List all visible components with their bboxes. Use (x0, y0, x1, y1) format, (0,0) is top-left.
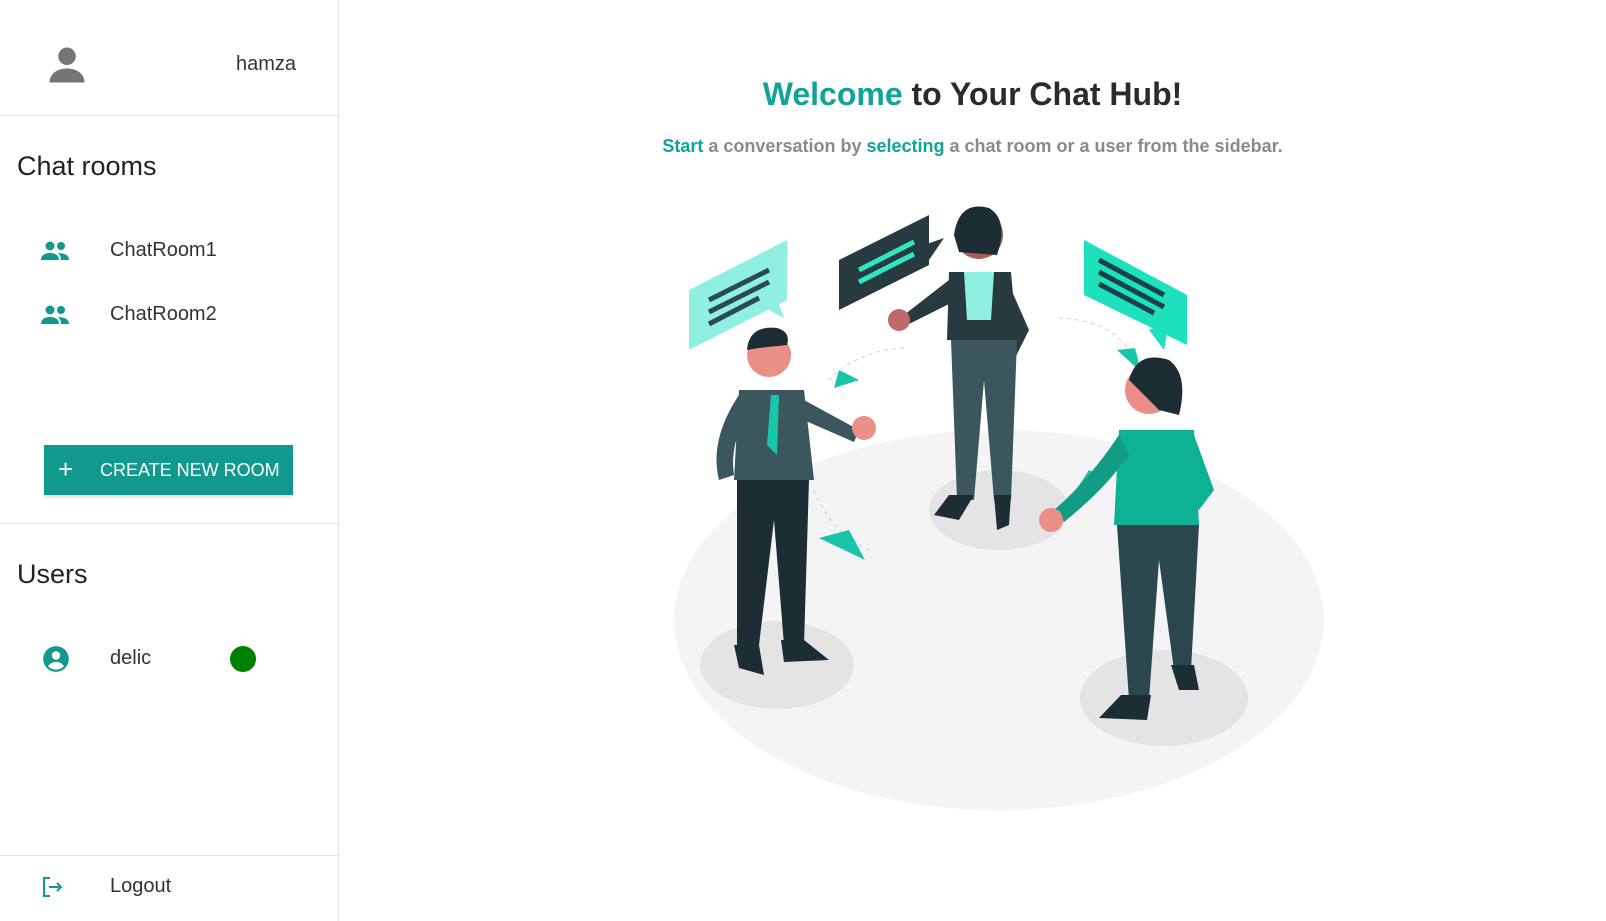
room-label: ChatRoom2 (110, 303, 217, 325)
account-circle-icon (43, 646, 69, 672)
online-status-indicator (230, 646, 256, 672)
welcome-title: Welcome to Your Chat Hub! (339, 76, 1606, 113)
profile-header: hamza (0, 0, 338, 116)
welcome-rest: to Your Chat Hub! (902, 76, 1183, 112)
username: hamza (236, 53, 297, 75)
user-name: delic (110, 647, 152, 669)
logout-icon (43, 877, 63, 897)
room-item-chatroom2[interactable]: ChatRoom2 (0, 287, 338, 343)
welcome-subtitle: Start a conversation by selecting a chat… (339, 136, 1606, 157)
logout-label: Logout (110, 875, 172, 897)
person-icon (49, 47, 85, 83)
sidebar: hamza Chat rooms ChatRoom1 ChatRoom2 + C… (0, 0, 339, 921)
user-item-delic[interactable]: delic (0, 631, 338, 687)
plus-icon: + (58, 454, 74, 484)
create-new-room-button[interactable]: + CREATE NEW ROOM (44, 445, 293, 495)
chat-illustration (674, 206, 1324, 810)
subtitle-mid2: a chat room or a user from the sidebar. (944, 136, 1283, 156)
main-content: Welcome to Your Chat Hub! Start a conver… (339, 0, 1606, 921)
subtitle-start: Start (662, 136, 704, 156)
logout-button[interactable]: Logout (0, 859, 338, 915)
room-item-chatroom1[interactable]: ChatRoom1 (0, 223, 338, 279)
group-icon (41, 241, 69, 260)
subtitle-selecting: selecting (866, 136, 945, 156)
section-divider (0, 523, 338, 524)
users-heading: Users (17, 559, 88, 589)
chat-rooms-heading: Chat rooms (17, 151, 157, 181)
room-label: ChatRoom1 (110, 239, 217, 261)
welcome-accent: Welcome (762, 76, 903, 112)
footer-divider (0, 855, 338, 856)
subtitle-mid1: a conversation by (703, 136, 867, 156)
group-icon (41, 305, 69, 324)
create-new-room-label: CREATE NEW ROOM (100, 460, 280, 480)
